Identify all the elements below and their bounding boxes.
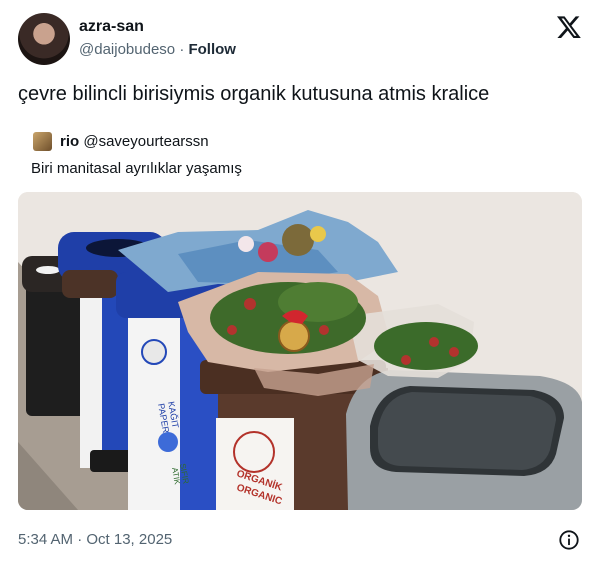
separator-dot: · [179,41,185,58]
author-avatar[interactable] [18,13,70,65]
author-name[interactable]: azra-san [79,18,144,36]
tweet-timestamp[interactable]: 5:34 AM · Oct 13, 2025 [18,531,172,548]
quoted-header[interactable]: rio @saveyourtearssn [60,133,209,150]
quoted-text: Biri manitasal ayrılıklar yaşamış [31,160,242,177]
author-handle[interactable]: @daijobudeso [79,41,175,58]
author-handle-row: @daijobudeso · Follow [79,41,236,58]
tweet-photo[interactable]: KAĞIT PAPER SIFIR ATIK ORGANİK ORGANIC [18,192,582,510]
quoted-handle: @saveyourtearssn [83,133,209,150]
follow-button[interactable]: Follow [188,41,236,58]
grey-bin [346,370,582,510]
quoted-name: rio [60,133,80,150]
info-icon[interactable] [558,529,580,551]
tweet-text: çevre bilincli birisiymis organik kutusu… [18,83,490,105]
quoted-avatar [33,132,52,151]
x-logo-icon[interactable] [556,14,582,40]
